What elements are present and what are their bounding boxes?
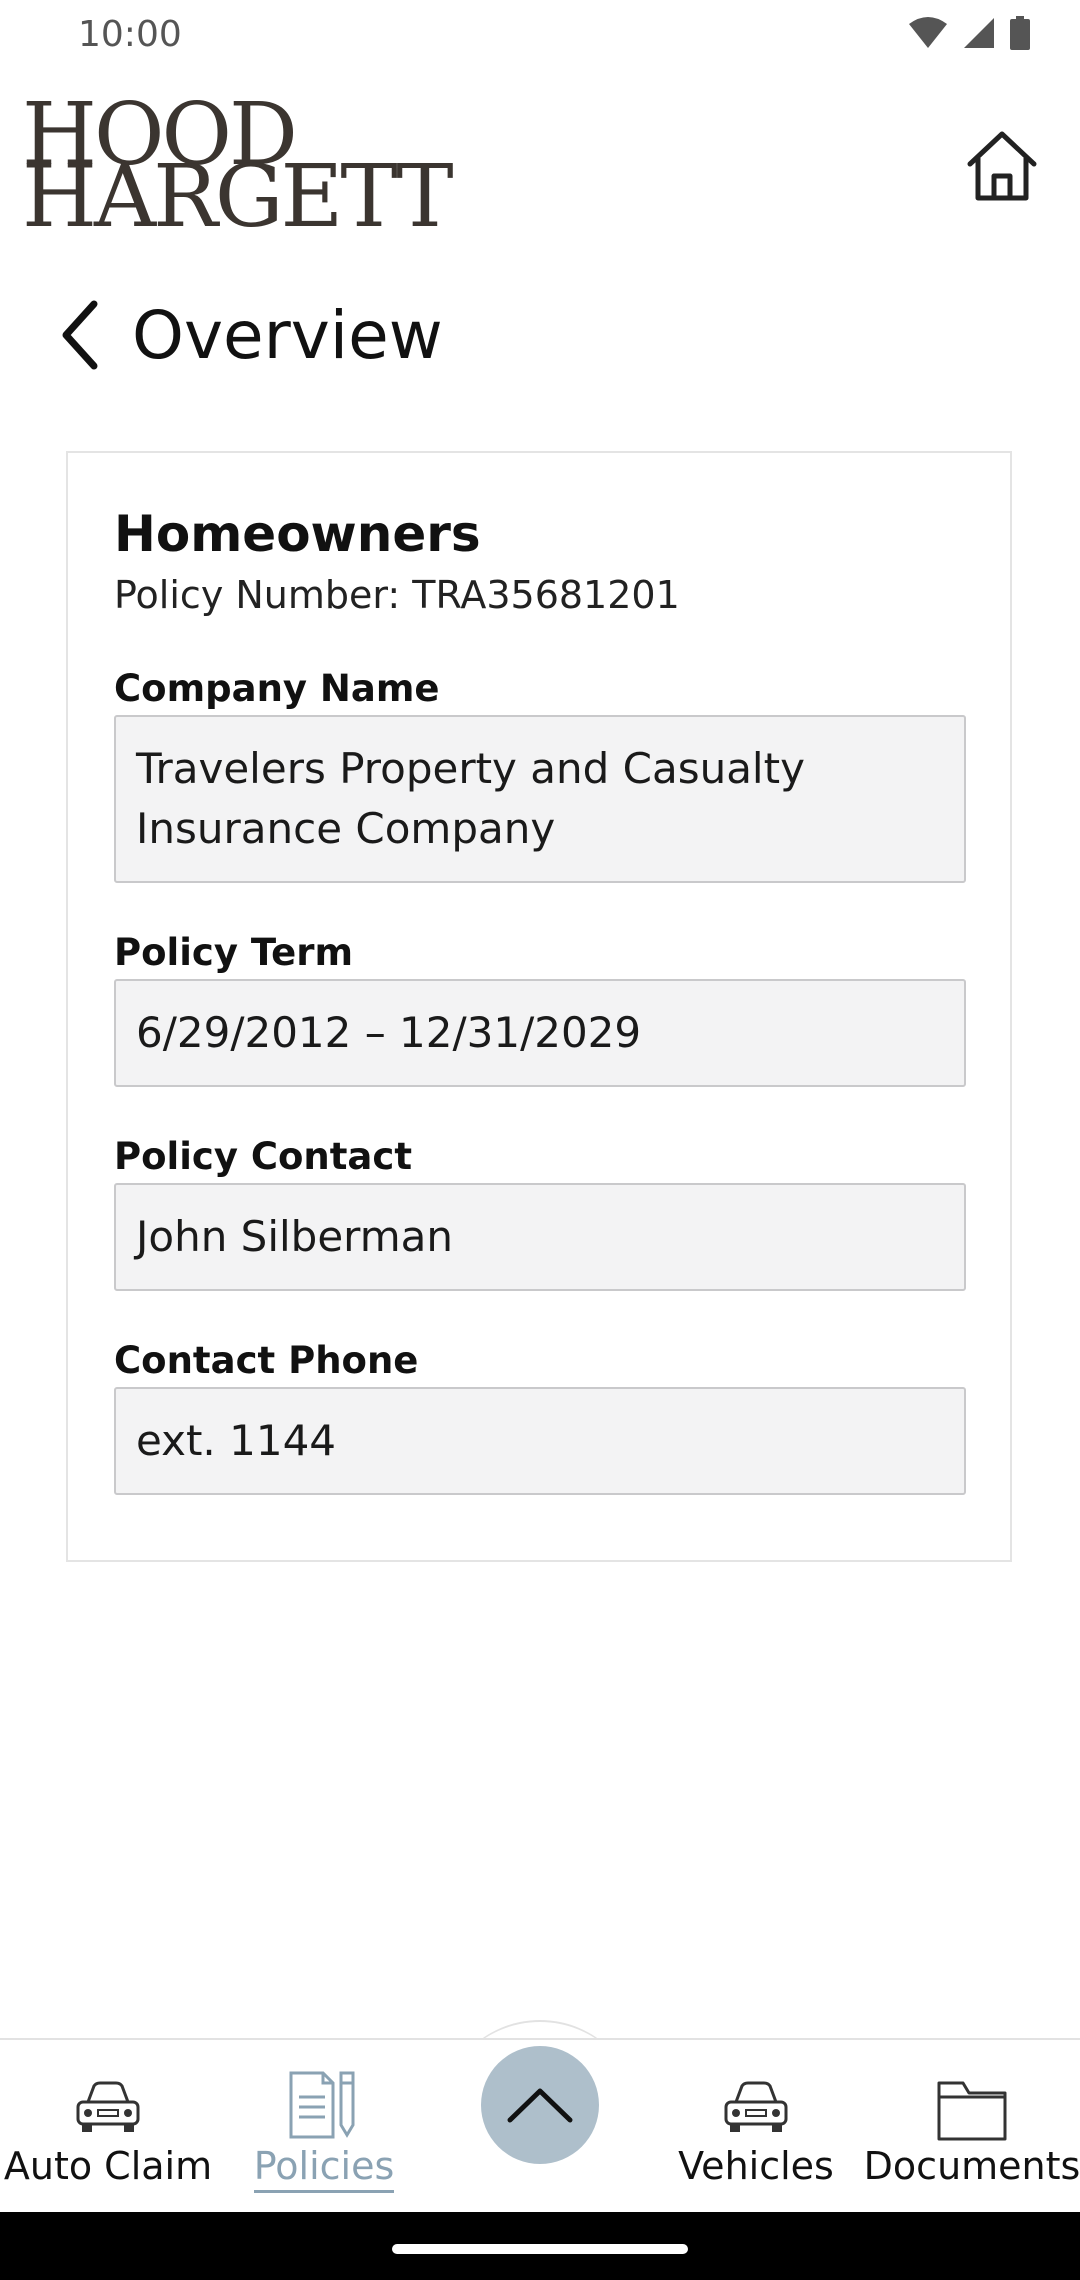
- home-gesture-handle[interactable]: [392, 2244, 688, 2254]
- hood-hargett-logo: HOOD HARGETT: [22, 92, 542, 242]
- company-name-label: Company Name: [114, 667, 440, 710]
- nav-auto-claim[interactable]: Auto Claim: [0, 2040, 216, 2214]
- nav-documents-label: Documents: [863, 2144, 1080, 2188]
- wifi-icon: [909, 17, 947, 48]
- nav-auto-claim-label: Auto Claim: [3, 2144, 213, 2188]
- policy-contact-label: Policy Contact: [114, 1135, 413, 1178]
- policies-icon: [289, 2071, 355, 2139]
- nav-documents[interactable]: Documents: [864, 2040, 1080, 2214]
- policy-type: Homeowners: [114, 505, 481, 563]
- car-icon: [76, 2081, 140, 2132]
- header-row: Overview: [50, 290, 443, 380]
- policy-card: Homeowners Policy Number: TRA35681201 Co…: [66, 451, 1012, 1562]
- status-time: 10:00: [78, 14, 182, 55]
- nav-policies[interactable]: Policies: [216, 2040, 432, 2214]
- policy-term-field: 6/29/2012 – 12/31/2029: [114, 979, 966, 1087]
- policy-number: Policy Number: TRA35681201: [114, 573, 680, 617]
- company-name-value: Travelers Property and Casualty Insuranc…: [136, 744, 805, 853]
- policy-contact-field: John Silberman: [114, 1183, 966, 1291]
- policy-term-value: 6/29/2012 – 12/31/2029: [136, 1008, 642, 1057]
- home-icon: [967, 131, 1037, 201]
- system-navigation-bar: [0, 2212, 1080, 2280]
- policy-number-value: TRA35681201: [412, 573, 680, 617]
- nav-vehicles-label: Vehicles: [678, 2144, 834, 2188]
- car-icon: [724, 2081, 788, 2132]
- company-name-field: Travelers Property and Casualty Insuranc…: [114, 715, 966, 883]
- policy-contact-value: John Silberman: [136, 1212, 453, 1261]
- page-title: Overview: [132, 296, 443, 374]
- policy-number-label: Policy Number:: [114, 573, 401, 617]
- back-button[interactable]: [50, 295, 110, 375]
- nav-vehicles[interactable]: Vehicles: [648, 2040, 864, 2214]
- battery-icon: [1010, 16, 1030, 50]
- expand-menu-button[interactable]: [481, 2046, 599, 2164]
- policy-term-label: Policy Term: [114, 931, 354, 974]
- status-bar: 10:00: [0, 0, 1080, 70]
- chevron-left-icon: [62, 300, 98, 370]
- home-button[interactable]: [962, 126, 1042, 206]
- contact-phone-value: ext. 1144: [136, 1416, 337, 1465]
- chevron-up-icon: [507, 2088, 573, 2123]
- folder-icon: [937, 2081, 1007, 2141]
- contact-phone-field[interactable]: ext. 1144: [114, 1387, 966, 1495]
- nav-policies-label: Policies: [253, 2144, 395, 2193]
- contact-phone-label: Contact Phone: [114, 1339, 419, 1382]
- logo-line-2: HARGETT: [22, 147, 454, 247]
- signal-icon: [964, 18, 994, 48]
